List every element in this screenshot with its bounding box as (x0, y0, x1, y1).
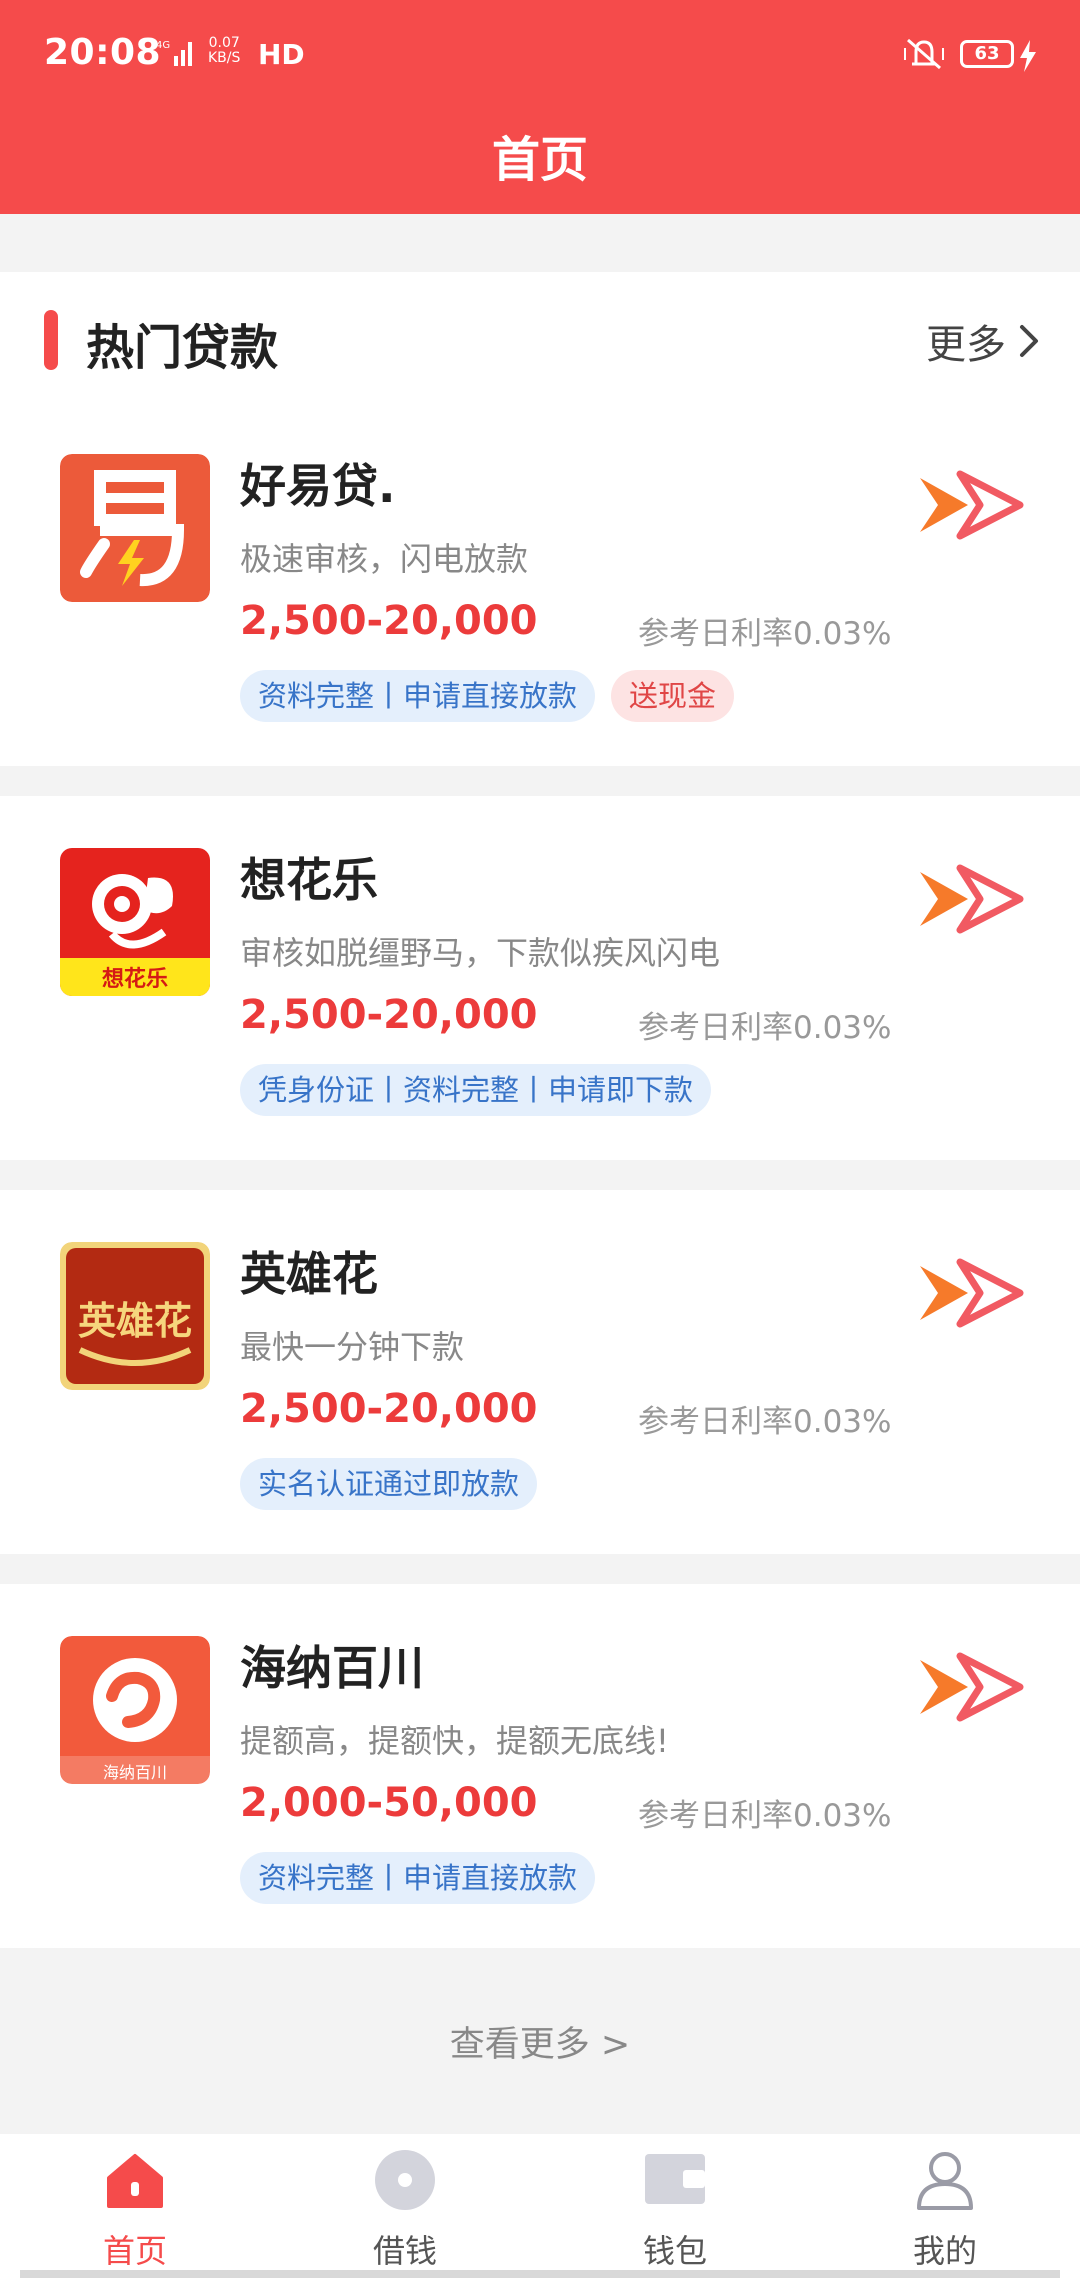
nav-item-wallet[interactable]: 钱包 (540, 2134, 810, 2280)
battery-indicator: 63 (960, 40, 1014, 68)
section-title: 热门贷款 (86, 320, 279, 376)
loan-desc: 审核如脱缰野马，下款似疾风闪电 (240, 934, 721, 972)
loan-amount: 2,500-20,000 (240, 1386, 538, 1432)
loan-rate: 参考日利率0.03% (638, 1010, 892, 1046)
loan-rate: 参考日利率0.03% (638, 1404, 892, 1440)
loan-tag: 资料完整丨申请直接放款 (240, 670, 596, 722)
svg-text:4G: 4G (156, 40, 170, 51)
coin-icon (375, 2150, 435, 2210)
hainabaichuan-logo: 海纳百川 (60, 1636, 210, 1784)
loan-tags: 资料完整丨申请直接放款 (240, 1852, 611, 1904)
loan-amount: 2,500-20,000 (240, 598, 538, 644)
chevron-right-icon (1020, 325, 1038, 357)
svg-text:想花乐: 想花乐 (102, 966, 168, 992)
loan-name: 海纳百川 (240, 1641, 424, 1695)
nav-label: 借钱 (372, 2232, 437, 2270)
haoyidai-logo (60, 454, 210, 602)
loan-rate: 参考日利率0.03% (638, 1798, 892, 1834)
loan-card[interactable]: 好易贷. 极速审核，闪电放款 2,500-20,000 参考日利率0.03% 资… (0, 402, 1080, 766)
nav-item-home[interactable]: 首页 (0, 2134, 270, 2280)
double-arrow-icon[interactable] (918, 470, 1024, 540)
loan-tags: 实名认证通过即放款 (240, 1458, 553, 1510)
loan-name: 英雄花 (240, 1247, 378, 1301)
page-title: 首页 (491, 132, 588, 188)
app-header: 20:08 4G 0.07 KB/S HD 63 首页 (0, 0, 1080, 214)
user-icon (917, 2152, 973, 2210)
more-link[interactable]: 更多 (926, 312, 1040, 370)
nav-label: 我的 (912, 2232, 977, 2270)
loan-tag: 凭身份证丨资料完整丨申请即下款 (240, 1064, 712, 1116)
svg-text:海纳百川: 海纳百川 (103, 1763, 167, 1782)
hot-loans-section-header: 热门贷款 更多 (0, 272, 1080, 402)
loan-tag: 资料完整丨申请直接放款 (240, 1852, 596, 1904)
double-arrow-icon[interactable] (918, 1258, 1024, 1328)
nav-label: 钱包 (642, 2232, 707, 2270)
loan-tag: 送现金 (611, 670, 735, 722)
signal-icon: 4G (156, 40, 192, 66)
loan-tags: 资料完整丨申请直接放款 送现金 (240, 670, 750, 722)
loan-desc: 提额高，提额快，提额无底线! (240, 1722, 669, 1760)
hd-indicator: HD (258, 38, 305, 71)
status-time: 20:08 (44, 32, 162, 73)
loan-desc: 极速审核，闪电放款 (240, 540, 529, 578)
double-arrow-icon[interactable] (918, 1652, 1024, 1722)
home-icon (107, 2154, 163, 2208)
nav-label: 首页 (102, 2232, 167, 2270)
loan-amount: 2,000-50,000 (240, 1780, 538, 1826)
double-arrow-icon[interactable] (918, 864, 1024, 934)
section-accent-bar (44, 310, 58, 370)
view-more-link[interactable]: 查看更多 > (0, 2016, 1080, 2067)
loan-amount: 2,500-20,000 (240, 992, 538, 1038)
gesture-bar (20, 2270, 1060, 2278)
loan-tag: 实名认证通过即放款 (240, 1458, 538, 1510)
loan-name: 想花乐 (240, 853, 378, 907)
nav-item-profile[interactable]: 我的 (810, 2134, 1080, 2280)
charging-icon (1020, 40, 1036, 72)
loan-card[interactable]: 英雄花 英雄花 最快一分钟下款 2,500-20,000 参考日利率0.03% … (0, 1190, 1080, 1554)
xianghuale-logo: 想花乐 (60, 848, 210, 996)
loan-card[interactable]: 想花乐 想花乐 审核如脱缰野马，下款似疾风闪电 2,500-20,000 参考日… (0, 796, 1080, 1160)
yingxionghua-logo: 英雄花 (60, 1242, 210, 1390)
vibrate-icon (904, 38, 944, 70)
loan-desc: 最快一分钟下款 (240, 1328, 465, 1366)
network-speed: 0.07 KB/S (208, 35, 241, 66)
loan-card[interactable]: 海纳百川 海纳百川 提额高，提额快，提额无底线! 2,000-50,000 参考… (0, 1584, 1080, 1948)
loan-name: 好易贷. (240, 459, 396, 513)
svg-text:英雄花: 英雄花 (78, 1298, 192, 1343)
nav-item-borrow[interactable]: 借钱 (270, 2134, 540, 2280)
loan-rate: 参考日利率0.03% (638, 616, 892, 652)
bottom-nav: 首页 借钱 钱包 我的 (0, 2134, 1080, 2280)
status-bar: 20:08 4G 0.07 KB/S HD 63 (0, 0, 1080, 110)
loan-tags: 凭身份证丨资料完整丨申请即下款 (240, 1064, 727, 1116)
wallet-icon (645, 2154, 705, 2204)
